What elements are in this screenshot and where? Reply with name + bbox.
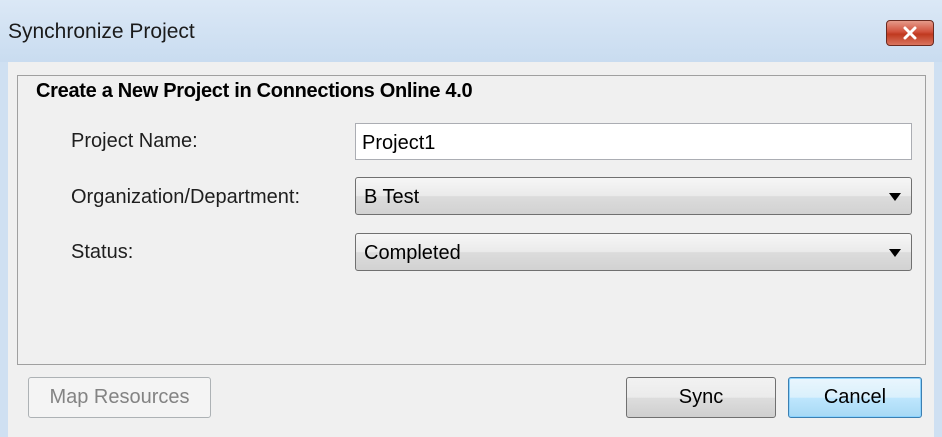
close-icon <box>903 26 917 40</box>
organization-selected-value: B Test <box>364 186 420 208</box>
status-label: Status: <box>71 241 134 263</box>
project-group-box <box>17 75 926 365</box>
close-button[interactable] <box>886 20 934 46</box>
chevron-down-icon <box>889 193 901 201</box>
form-header: Create a New Project in Connections Onli… <box>36 80 473 102</box>
sync-button[interactable]: Sync <box>626 377 776 418</box>
chevron-down-icon <box>889 249 901 257</box>
status-select[interactable]: Completed <box>355 233 912 271</box>
synchronize-project-dialog: Synchronize Project Create a New Project… <box>0 0 942 437</box>
title-bar[interactable]: Synchronize Project <box>0 0 942 62</box>
project-name-label: Project Name: <box>71 130 198 152</box>
project-name-input[interactable]: Project1 <box>355 123 912 160</box>
status-selected-value: Completed <box>364 242 461 264</box>
window-title: Synchronize Project <box>8 20 195 43</box>
map-resources-button[interactable]: Map Resources <box>28 377 211 418</box>
organization-select[interactable]: B Test <box>355 177 912 215</box>
cancel-button[interactable]: Cancel <box>788 377 922 418</box>
organization-label: Organization/Department: <box>71 186 301 208</box>
